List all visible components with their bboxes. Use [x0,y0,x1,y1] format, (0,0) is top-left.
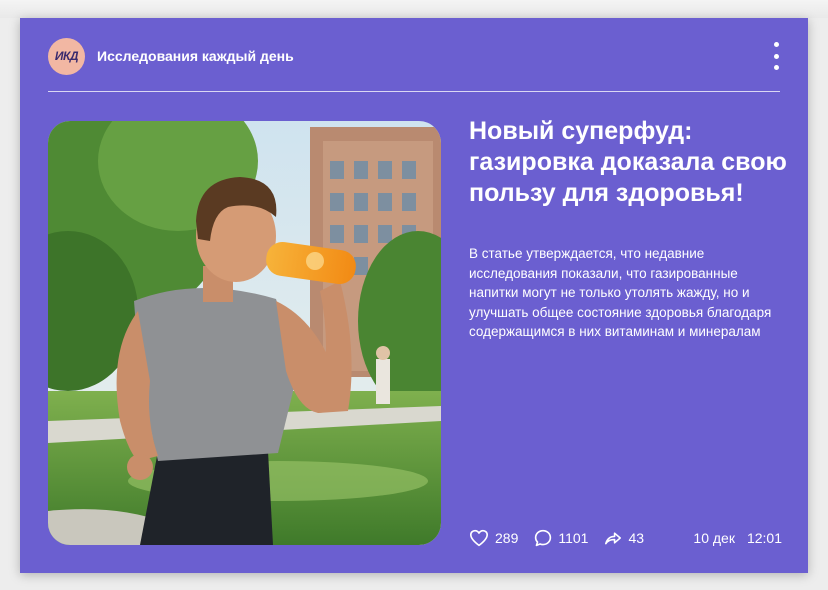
header-divider [48,91,780,92]
comment-button[interactable]: 1101 [534,529,588,547]
post-body: В статье утверждается, что недавние иссл… [469,246,772,340]
comment-icon [535,529,552,547]
share-button[interactable]: 43 [604,530,644,546]
top-strip [0,0,828,18]
post-image[interactable] [48,121,441,545]
share-count: 43 [628,530,645,546]
channel-name[interactable]: Исследования каждый день [97,48,294,64]
more-vertical-icon[interactable] [770,42,782,70]
post-headline: Новый суперфуд: газировка доказала свою … [469,117,787,207]
channel-avatar[interactable]: ИКД [48,37,85,75]
menu-dot [773,65,779,70]
like-button[interactable]: 289 [469,529,518,547]
heart-icon [470,529,488,547]
menu-dot [773,53,779,59]
like-count: 289 [495,530,519,546]
share-arrow-icon [605,532,622,545]
menu-dot [773,42,779,47]
post-card: ИКД Исследования каждый день Новый супер… [20,18,808,573]
comment-count: 1101 [558,530,589,546]
post-header: ИКД Исследования каждый день [48,37,782,75]
post-date: 10 дек [693,530,735,546]
post-time: 12:01 [746,530,782,546]
post-photo-illustration [48,121,441,545]
post-footer: 289 1101 43 10 дек 12:01 [469,526,782,550]
